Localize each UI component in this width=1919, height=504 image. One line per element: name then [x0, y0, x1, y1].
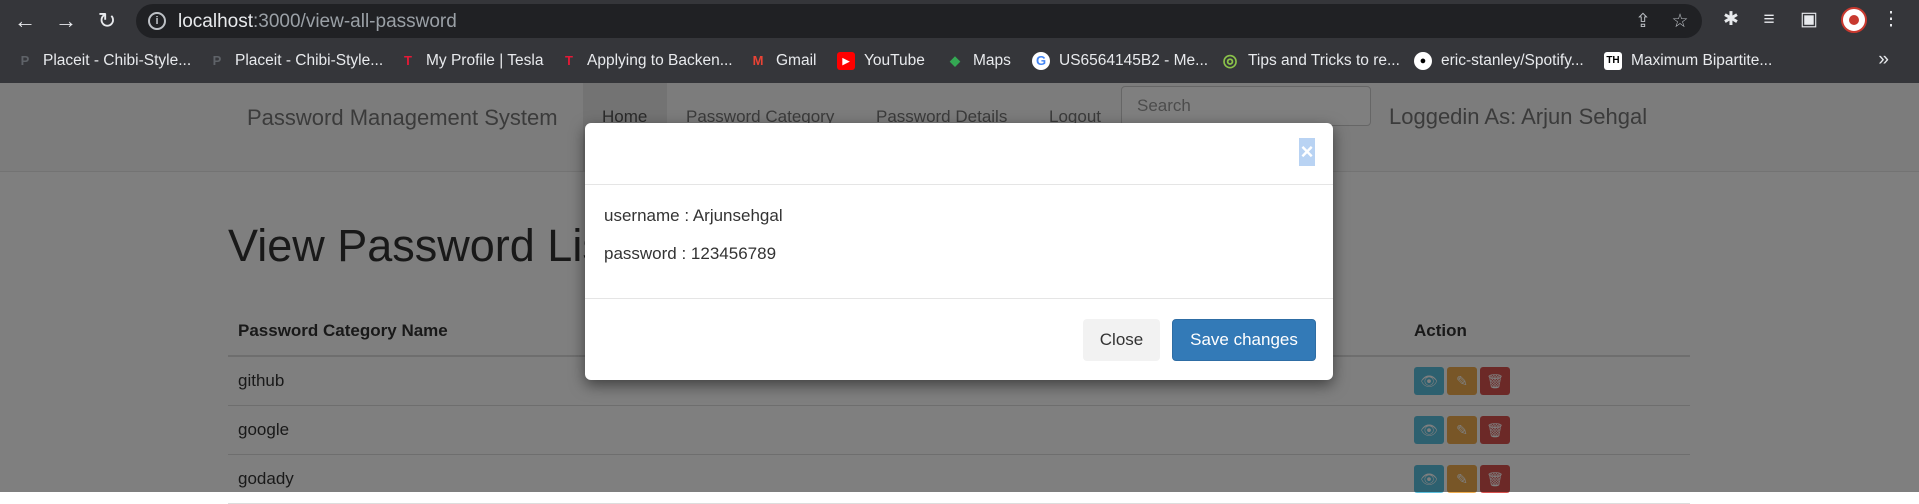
url-text[interactable]: localhost:3000/view-all-password — [178, 11, 457, 33]
bookmark-label: Placeit - Chibi-Style... — [43, 52, 192, 69]
placeit-icon: P — [20, 53, 30, 68]
site-info-icon[interactable]: i — [148, 12, 166, 30]
url-path: :3000/view-all-password — [253, 11, 457, 32]
tesla-icon: T — [404, 53, 412, 68]
extensions-icon[interactable]: ✱ — [1719, 8, 1743, 32]
th-icon: TH — [1604, 52, 1622, 70]
bookmark-label: Applying to Backen... — [587, 52, 733, 69]
media-icon[interactable]: ≡ — [1757, 8, 1781, 32]
share-icon[interactable]: ⇪ — [1632, 11, 1654, 33]
bookmark-label: YouTube — [864, 52, 925, 69]
browser-chrome: ← → ↻ i localhost:3000/view-all-password… — [0, 0, 1919, 83]
side-panel-icon[interactable]: ▣ — [1797, 8, 1821, 32]
bookmark-label: eric-stanley/Spotify... — [1441, 52, 1584, 69]
url-host: localhost — [178, 11, 253, 32]
bookmark-label: Tips and Tricks to re... — [1248, 52, 1400, 69]
bookmark-label: My Profile | Tesla — [426, 52, 544, 69]
bookmark-label: Maps — [973, 52, 1011, 69]
gmail-icon: M — [752, 53, 764, 68]
github-icon: ● — [1414, 52, 1432, 70]
google-icon: G — [1032, 52, 1050, 70]
bookmark-item[interactable]: P Placeit - Chibi-Style... — [16, 46, 192, 76]
back-arrow-icon[interactable]: ← — [12, 8, 38, 34]
password-modal: × username : Arjunsehgal password : 1234… — [585, 123, 1333, 380]
bookmark-label: US6564145B2 - Me... — [1059, 52, 1209, 69]
menu-kebab-icon[interactable]: ⋮ — [1879, 8, 1903, 32]
bookmark-item[interactable]: P Placeit - Chibi-Style... — [208, 46, 384, 76]
tesla-icon: T — [565, 53, 573, 68]
ring-icon: ◎ — [1222, 51, 1238, 70]
modal-footer: Close Save changes — [585, 298, 1333, 381]
placeit-icon: P — [212, 53, 222, 68]
bookmarks-bar: P Placeit - Chibi-Style... P Placeit - Chi… — [0, 46, 1919, 76]
close-button[interactable]: Close — [1083, 319, 1160, 361]
reload-icon[interactable]: ↻ — [94, 8, 120, 34]
bookmark-item[interactable]: TH Maximum Bipartite... — [1604, 46, 1772, 76]
bookmark-item[interactable]: G US6564145B2 - Me... — [1032, 46, 1208, 76]
bookmark-item[interactable]: ◆ Maps — [946, 46, 1011, 76]
address-bar[interactable]: i localhost:3000/view-all-password ⇪ ☆ — [136, 4, 1702, 38]
maps-icon: ◆ — [950, 53, 960, 68]
profile-avatar[interactable] — [1841, 7, 1867, 33]
bookmark-item[interactable]: ● eric-stanley/Spotify... — [1414, 46, 1584, 76]
modal-header: × — [585, 123, 1333, 185]
save-changes-button[interactable]: Save changes — [1172, 319, 1316, 361]
bookmark-label: Maximum Bipartite... — [1631, 52, 1773, 69]
bookmark-label: Gmail — [776, 52, 817, 69]
bookmark-item[interactable]: T Applying to Backen... — [560, 46, 733, 76]
modal-password: password : 123456789 — [604, 244, 777, 263]
bookmark-item[interactable]: ▶ YouTube — [837, 46, 925, 76]
bookmark-label: Placeit - Chibi-Style... — [235, 52, 384, 69]
bookmark-item[interactable]: ◎ Tips and Tricks to re... — [1221, 46, 1400, 76]
forward-arrow-icon[interactable]: → — [53, 8, 79, 34]
youtube-icon: ▶ — [837, 52, 855, 70]
modal-username: username : Arjunsehgal — [604, 206, 783, 225]
bookmarks-overflow-icon[interactable]: » — [1878, 49, 1889, 71]
modal-close-icon[interactable]: × — [1299, 138, 1315, 166]
bookmark-star-icon[interactable]: ☆ — [1669, 11, 1691, 33]
bookmark-item[interactable]: T My Profile | Tesla — [399, 46, 543, 76]
bookmark-item[interactable]: M Gmail — [749, 46, 817, 76]
